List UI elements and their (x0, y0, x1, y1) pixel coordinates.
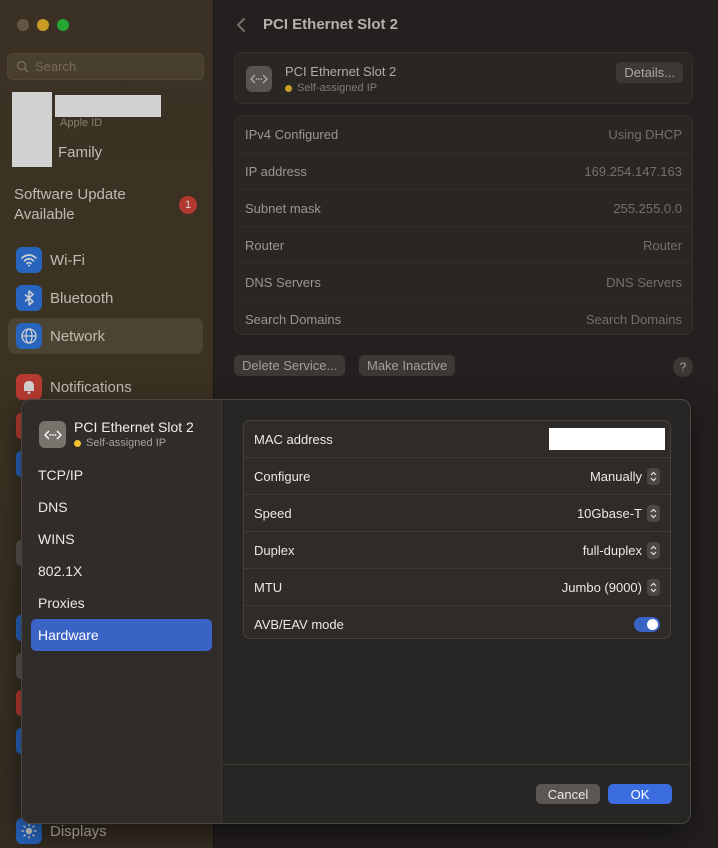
duplex-row[interactable]: Duplex full-duplex (244, 532, 670, 569)
ok-button[interactable]: OK (608, 784, 672, 804)
updown-chevron-icon (647, 578, 660, 596)
updown-chevron-icon (647, 504, 660, 522)
sheet-sidebar: PCI Ethernet Slot 2 Self-assigned IP TCP… (22, 400, 222, 823)
speed-row[interactable]: Speed 10Gbase-T (244, 495, 670, 532)
duplex-value: full-duplex (582, 542, 642, 558)
ethernet-icon (39, 421, 66, 448)
tab-8021x[interactable]: 802.1X (31, 555, 212, 587)
tab-tcpip[interactable]: TCP/IP (31, 459, 212, 491)
speed-label: Speed (254, 505, 292, 521)
sheet-status-text: Self-assigned IP (86, 437, 167, 449)
mtu-select[interactable]: Jumbo (9000) (561, 578, 660, 596)
avb-eav-row: AVB/EAV mode (244, 606, 670, 643)
mtu-value: Jumbo (9000) (561, 579, 642, 595)
configure-label: Configure (254, 468, 311, 484)
mac-address-value-redacted (549, 428, 665, 450)
configure-row[interactable]: Configure Manually (244, 458, 670, 495)
hardware-settings-table: MAC address Configure Manually Speed 10G… (243, 420, 671, 639)
cancel-button[interactable]: Cancel (536, 784, 600, 804)
tab-wins[interactable]: WINS (31, 523, 212, 555)
configure-select[interactable]: Manually (589, 467, 660, 485)
avb-eav-toggle[interactable] (634, 617, 660, 632)
duplex-label: Duplex (254, 542, 295, 558)
mtu-label: MTU (254, 579, 283, 595)
tab-dns[interactable]: DNS (31, 491, 212, 523)
mac-address-row: MAC address (244, 421, 670, 458)
status-dot-icon (74, 439, 81, 447)
updown-chevron-icon (647, 467, 660, 485)
duplex-select[interactable]: full-duplex (582, 541, 660, 559)
service-details-sheet: PCI Ethernet Slot 2 Self-assigned IP TCP… (21, 399, 691, 824)
avb-eav-label: AVB/EAV mode (254, 617, 344, 632)
tab-hardware[interactable]: Hardware (31, 619, 212, 651)
configure-value: Manually (589, 468, 642, 484)
sheet-title: PCI Ethernet Slot 2 (74, 419, 194, 435)
speed-value: 10Gbase-T (576, 505, 642, 521)
footer-divider (223, 764, 690, 765)
sheet-status: Self-assigned IP (74, 437, 166, 449)
tab-proxies[interactable]: Proxies (31, 587, 212, 619)
speed-select[interactable]: 10Gbase-T (576, 504, 660, 522)
mac-address-label: MAC address (254, 431, 333, 447)
updown-chevron-icon (647, 541, 660, 559)
mtu-row[interactable]: MTU Jumbo (9000) (244, 569, 670, 606)
